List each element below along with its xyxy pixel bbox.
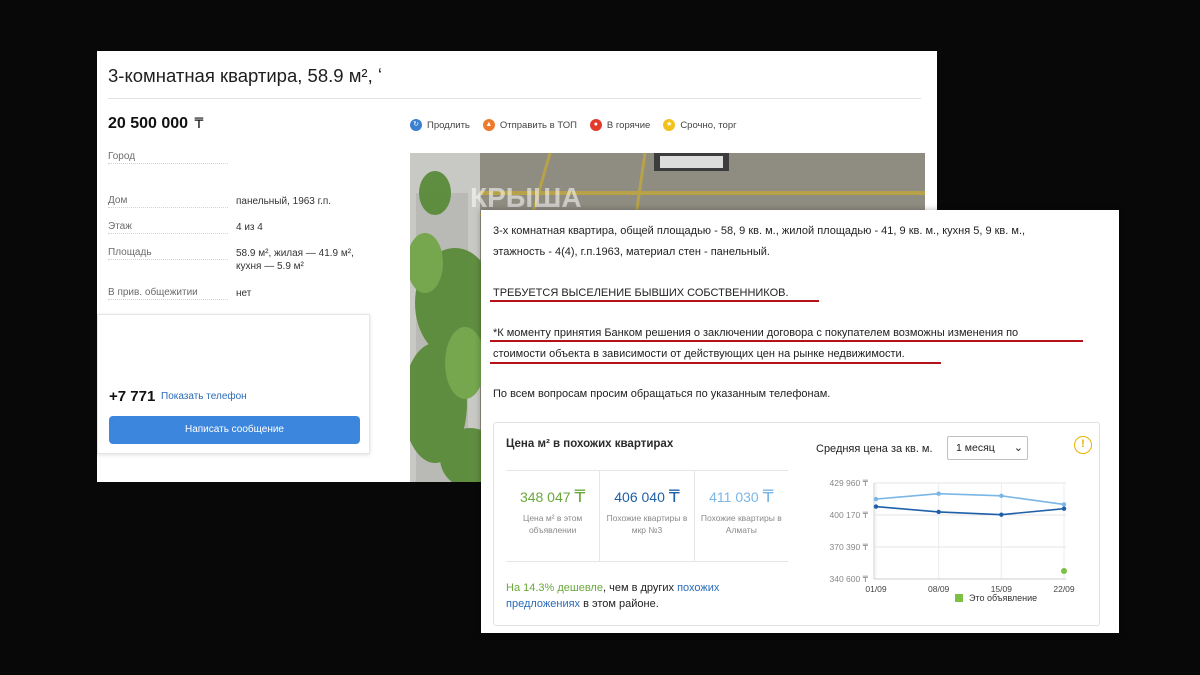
write-message-button[interactable]: Написать сообщение [109, 416, 360, 444]
series-point-0 [1061, 502, 1067, 507]
period-value: 1 месяц [956, 442, 995, 454]
series-point-1 [999, 512, 1004, 517]
contact-card: +7 771 Показать телефон Написать сообщен… [97, 314, 370, 454]
action-label: В горячие [606, 119, 651, 131]
underline-note-1 [490, 340, 1083, 342]
stat-label: Похожие квартиры в Алматы [700, 513, 782, 535]
flame-icon: ● [589, 119, 602, 131]
stat-value: 348 047 ₸ [506, 487, 599, 507]
stat-boxes: 348 047 ₸ Цена м² в этом объявлении 406 0… [506, 470, 788, 562]
arrow-up-icon: ▲ [482, 119, 495, 131]
y-tick-label: 429 960 ₸ [830, 478, 869, 488]
action-send-top[interactable]: ▲ Отправить в ТОП [482, 119, 577, 131]
y-tick-label: 370 390 ₸ [830, 542, 869, 552]
stat-this-listing: 348 047 ₸ Цена м² в этом объявлении [506, 471, 601, 561]
star-icon: ★ [663, 119, 676, 131]
stat-city: 411 030 ₸ Похожие квартиры в Алматы [695, 471, 788, 561]
series-point-0 [999, 493, 1004, 499]
param-label: В прив. общежитии [108, 287, 228, 300]
series-point-1 [936, 509, 941, 515]
this-listing-point [1061, 567, 1067, 574]
stat-number: 348 047 [519, 489, 571, 505]
legend-swatch [955, 594, 963, 602]
y-tick-label: 400 170 ₸ [830, 510, 869, 520]
stat-number: 406 040 [614, 489, 665, 505]
stats-summary: На 14.3% дешевле, чем в других похожих п… [506, 580, 788, 612]
photo-watermark: КРЫША [470, 182, 582, 213]
stat-number: 411 030 [709, 489, 759, 505]
show-phone-link[interactable]: Показать телефон [161, 391, 247, 402]
tenge-icon: ₸ [194, 115, 204, 131]
y-tick-label: 340 600 ₸ [830, 574, 869, 584]
phone-number: +7 771 [109, 388, 156, 405]
avg-price-label: Средняя цена за кв. м. [816, 443, 933, 455]
tenge-icon: ₸ [574, 487, 586, 506]
price-stats-widget: Цена м² в похожих квартирах 348 047 ₸ Цен… [493, 422, 1100, 626]
series-point-0 [936, 491, 941, 496]
price-trend-chart: 429 960 ₸ 400 170 ₸ 370 390 ₸ 340 600 ₸01/0… [830, 478, 1075, 594]
series-point-1 [873, 504, 879, 509]
promo-actions: ↻ Продлить ▲ Отправить в ТОП ● В горячие… [410, 119, 750, 131]
summary-text: , чем в других [602, 582, 678, 594]
summary-text-end: в этом районе. [580, 598, 659, 610]
tenge-icon: ₸ [762, 487, 774, 506]
action-label: Продлить [427, 119, 470, 131]
chart-legend: Это объявление [955, 593, 1037, 603]
series-line-1 [875, 505, 1065, 516]
refresh-icon: ↻ [410, 119, 422, 131]
underline-eviction [490, 300, 819, 302]
underline-note-2 [490, 362, 941, 364]
param-label: Дом [108, 195, 228, 208]
warning-icon[interactable]: ! [1074, 436, 1092, 454]
stat-label: Похожие квартиры в мкр №3 [606, 513, 688, 535]
desc-line-1: 3-х комнатная квартира, общей площадью -… [493, 225, 1026, 237]
param-label: Площадь [108, 247, 228, 260]
period-select[interactable]: 1 месяц ⌄ [947, 436, 1028, 460]
listing-title: 3-комнатная квартира, 58.9 м², ʻ [108, 65, 382, 86]
listing-price: 20 500 000 ₸ [108, 115, 203, 133]
param-value: панельный, 1963 г.п. [236, 196, 332, 207]
title-divider [108, 98, 921, 99]
series-point-0 [873, 496, 879, 502]
bank-note-line-2: стоимости объекта в зависимости от дейст… [493, 348, 905, 360]
action-hot[interactable]: ● В горячие [589, 119, 651, 131]
param-label: Этаж [108, 221, 228, 234]
price-value: 20 500 000 [108, 115, 189, 132]
x-tick-label: 22/09 [1053, 584, 1075, 594]
contact-note: По всем вопросам просим обращаться по ук… [493, 388, 831, 400]
action-label: Отправить в ТОП [499, 119, 577, 131]
legend-label: Это объявление [969, 593, 1038, 603]
param-value: нет [236, 288, 252, 299]
tenge-icon: ₸ [668, 487, 680, 506]
description-panel: 3-х комнатная квартира, общей площадью -… [481, 210, 1119, 633]
x-tick-label: 08/09 [928, 584, 950, 594]
series-point-1 [1061, 506, 1067, 511]
param-value: 58.9 м², жилая — 41.9 м², кухня — 5.9 м² [236, 248, 354, 272]
stat-district: 406 040 ₸ Похожие квартиры в мкр №3 [600, 471, 695, 561]
stat-value: 406 040 ₸ [600, 487, 693, 507]
param-label: Город [108, 151, 228, 164]
param-value: 4 из 4 [236, 222, 263, 233]
x-tick-label: 01/09 [865, 584, 887, 594]
chevron-down-icon: ⌄ [1013, 442, 1023, 454]
stat-value: 411 030 ₸ [695, 487, 788, 507]
stats-title: Цена м² в похожих квартирах [506, 438, 674, 450]
stat-label: Цена м² в этом объявлении [523, 513, 583, 535]
action-prolong[interactable]: ↻ Продлить [410, 119, 470, 131]
action-urgent[interactable]: ★ Срочно, торг [663, 119, 737, 131]
desc-line-2: этажность - 4(4), г.п.1963, материал сте… [493, 246, 770, 258]
action-label: Срочно, торг [680, 119, 737, 131]
discount-text: На 14.3% дешевле [506, 582, 603, 594]
series-line-0 [875, 492, 1065, 506]
